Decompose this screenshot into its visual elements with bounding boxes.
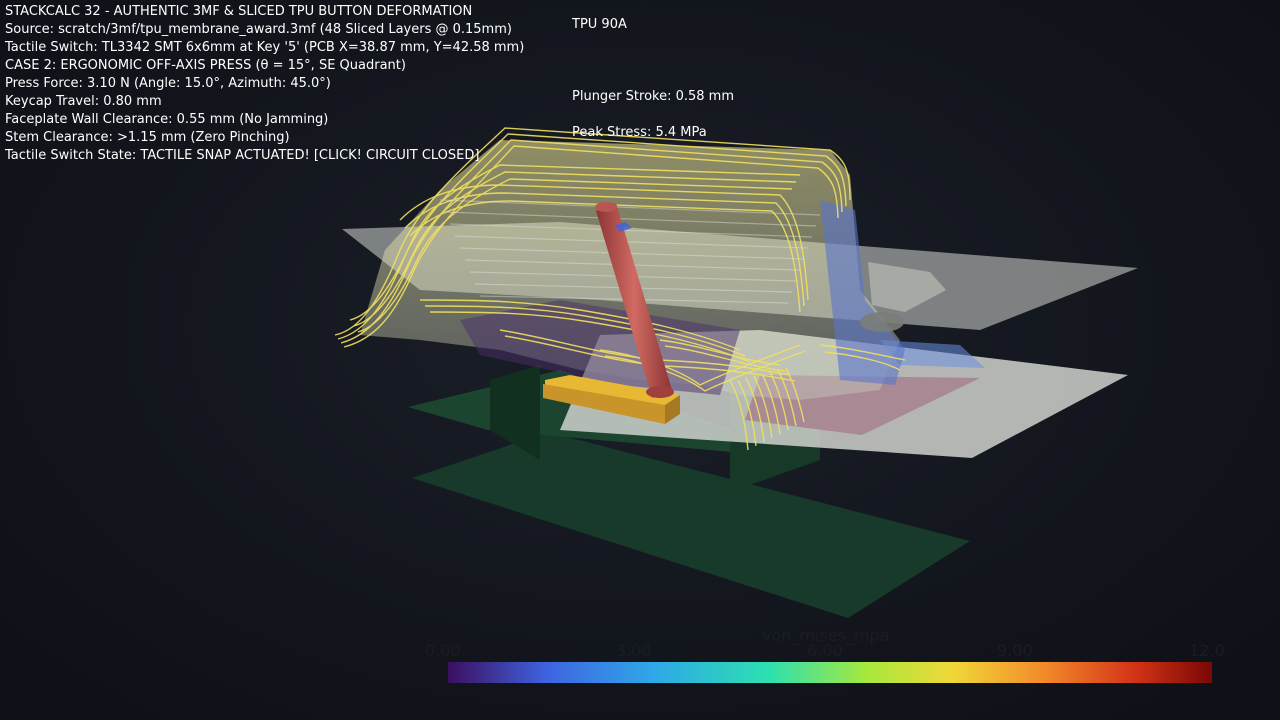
- colorbar-tick-4: 12.0: [1189, 641, 1225, 660]
- plunger-stroke-label: Plunger Stroke: 0.58 mm: [572, 89, 734, 104]
- info-faceplate-clearance: Faceplate Wall Clearance: 0.55 mm (No Ja…: [5, 112, 329, 127]
- plunger-tip: [595, 202, 617, 212]
- colorbar-tick-1: 3.00: [616, 641, 652, 660]
- colorbar-tick-2: 6.00: [807, 641, 843, 660]
- peak-stress-label: Peak Stress: 5.4 MPa: [572, 125, 707, 140]
- info-switch-state: Tactile Switch State: TACTILE SNAP ACTUA…: [5, 148, 480, 163]
- pcb-plate: [412, 432, 970, 618]
- info-source: Source: scratch/3mf/tpu_membrane_award.3…: [5, 22, 512, 37]
- info-press-force: Press Force: 3.10 N (Angle: 15.0°, Azimu…: [5, 76, 331, 91]
- simulation-info-overlay: STACKCALC 32 - AUTHENTIC 3MF & SLICED TP…: [5, 3, 524, 165]
- colorbar-tick-0: 0.00: [425, 641, 461, 660]
- info-tactile-switch: Tactile Switch: TL3342 SMT 6x6mm at Key …: [5, 40, 525, 55]
- colorbar-tick-3: 9.00: [997, 641, 1033, 660]
- info-stem-clearance: Stem Clearance: >1.15 mm (Zero Pinching): [5, 130, 290, 145]
- plunger-base: [646, 386, 674, 398]
- material-label: TPU 90A: [572, 17, 627, 32]
- info-title: STACKCALC 32 - AUTHENTIC 3MF & SLICED TP…: [5, 4, 473, 19]
- info-case: CASE 2: ERGONOMIC OFF-AXIS PRESS (θ = 15…: [5, 58, 406, 73]
- info-keycap-travel: Keycap Travel: 0.80 mm: [5, 94, 162, 109]
- side-knob: [860, 312, 904, 332]
- colorbar: [448, 662, 1212, 683]
